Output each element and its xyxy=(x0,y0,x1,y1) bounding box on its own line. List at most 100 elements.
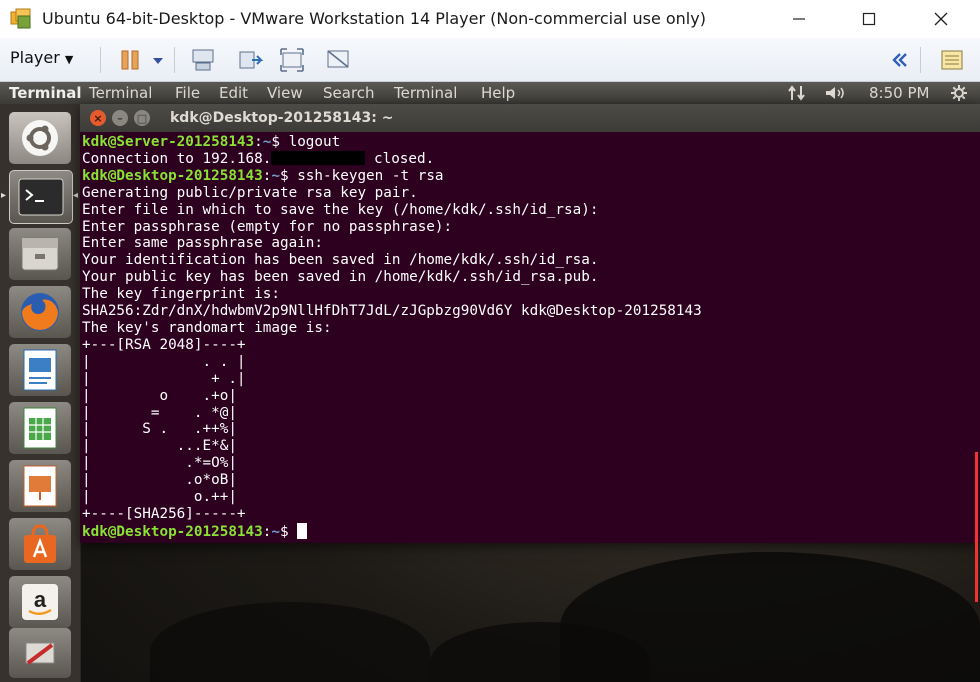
minimize-icon xyxy=(793,18,805,20)
output-text: | S . .++%| xyxy=(82,421,237,438)
output-text: | . . | xyxy=(82,353,246,370)
output-text: +---[RSA 2048]----+ xyxy=(82,336,246,353)
terminal-line: | o .+o| xyxy=(82,388,972,405)
toolbar-divider xyxy=(174,47,175,73)
collapse-icon[interactable] xyxy=(888,46,910,74)
terminal-line: Your public key has been saved in /home/… xyxy=(82,269,972,286)
terminal-line: +---[RSA 2048]----+ xyxy=(82,337,972,354)
window-titlebar: Ubuntu 64-bit-Desktop - VMware Workstati… xyxy=(0,0,980,39)
launcher-writer[interactable] xyxy=(9,344,71,396)
maximize-button[interactable] xyxy=(846,0,892,38)
send-ctrl-alt-del-icon[interactable] xyxy=(189,46,217,74)
output-text: Your public key has been saved in /home/… xyxy=(82,269,599,286)
terminal-icon xyxy=(18,178,64,216)
output-text: The key fingerprint is: xyxy=(82,286,280,303)
unity-icon[interactable] xyxy=(324,46,352,74)
launcher-ubuntu-dash[interactable] xyxy=(9,112,71,164)
terminal-line: +----[SHA256]-----+ xyxy=(82,506,972,523)
prompt-path: ~ xyxy=(271,167,280,184)
prompt-symbol: $ xyxy=(271,134,280,150)
files-icon xyxy=(21,237,59,271)
text-cursor xyxy=(297,522,308,539)
ubuntu-top-panel: Terminal Terminal File Edit View Search … xyxy=(0,82,980,104)
terminal-line: Connection to 192.168. closed. xyxy=(82,150,972,168)
launcher-amazon[interactable]: a xyxy=(9,576,71,628)
output-text: | .*=O%| xyxy=(82,455,237,472)
terminal-output[interactable]: kdk@Server-201258143: ~ $ logout Connection… xyxy=(82,134,972,539)
close-icon xyxy=(934,12,948,26)
menu-help[interactable]: Help xyxy=(481,84,515,102)
menu-terminal-2[interactable]: Terminal xyxy=(394,84,457,102)
close-button[interactable] xyxy=(918,0,964,38)
launcher-files[interactable] xyxy=(9,228,71,280)
fullscreen-icon[interactable] xyxy=(278,46,306,74)
terminal-close-button[interactable]: × xyxy=(90,110,106,126)
terminal-line: kdk@Desktop-201258143:~$ ssh-keygen -t r… xyxy=(82,168,972,185)
vm-toolbar: Player ▼ xyxy=(0,38,980,82)
output-text: Enter same passphrase again: xyxy=(82,235,324,252)
prompt-user-host: kdk@Desktop-201258143 xyxy=(82,523,263,539)
terminal-line: Enter file in which to save the key (/ho… xyxy=(82,202,972,219)
software-bag-icon xyxy=(24,524,56,563)
output-text: +----[SHA256]-----+ xyxy=(82,505,246,522)
terminal-minimize-button[interactable]: – xyxy=(112,110,128,126)
command-text xyxy=(289,524,298,539)
terminal-window[interactable]: × – □ kdk@Desktop-201258143: ~ kdk@Serve… xyxy=(80,104,980,543)
menu-view[interactable]: View xyxy=(267,84,303,102)
terminal-maximize-button[interactable]: □ xyxy=(134,110,150,126)
calc-spreadsheet-icon xyxy=(23,407,57,449)
terminal-line: | = . *@| xyxy=(82,405,972,422)
terminal-line: kdk@Desktop-201258143:~$ xyxy=(82,522,972,539)
launcher-calc[interactable] xyxy=(9,402,71,454)
player-menu[interactable]: Player ▼ xyxy=(10,48,73,67)
menu-file[interactable]: File xyxy=(175,84,200,102)
chevron-down-icon: ▼ xyxy=(64,53,74,66)
pause-icon[interactable] xyxy=(116,46,144,74)
removable-devices-icon[interactable] xyxy=(236,46,264,74)
clock[interactable]: 8:50 PM xyxy=(869,84,929,102)
terminal-line: Generating public/private rsa key pair. xyxy=(82,185,972,202)
launcher-software-center[interactable] xyxy=(9,518,71,570)
launcher-impress[interactable] xyxy=(9,460,71,512)
maximize-icon xyxy=(862,12,876,26)
prompt-user-host: kdk@Desktop-201258143 xyxy=(82,167,263,184)
terminal-line: | + .| xyxy=(82,371,972,388)
active-app-name: Terminal xyxy=(9,84,82,102)
focused-arrow-icon: ◂ xyxy=(73,190,79,201)
minimize-button[interactable] xyxy=(776,0,822,38)
command-text: ssh-keygen -t rsa xyxy=(288,167,444,184)
menu-search[interactable]: Search xyxy=(323,84,375,102)
terminal-line: | o.++| xyxy=(82,489,972,506)
output-text: | o .+o| xyxy=(82,387,237,404)
command-text: logout xyxy=(279,134,341,150)
dropdown-icon[interactable] xyxy=(150,46,166,74)
launcher-terminal[interactable] xyxy=(9,170,73,224)
prompt-symbol: $ xyxy=(279,523,289,539)
vmware-app-icon xyxy=(10,8,31,29)
firefox-icon xyxy=(21,293,59,331)
active-arrow-icon: ▸ xyxy=(1,190,7,201)
terminal-title: kdk@Desktop-201258143: ~ xyxy=(170,110,394,126)
terminal-titlebar[interactable]: × – □ kdk@Desktop-201258143: ~ xyxy=(80,104,980,132)
menu-terminal[interactable]: Terminal xyxy=(89,84,152,102)
toolbar-divider xyxy=(100,47,101,73)
gear-icon[interactable] xyxy=(950,84,968,102)
library-icon[interactable] xyxy=(938,46,966,74)
prompt-user-host: kdk@Server-201258143 xyxy=(82,134,255,150)
ubuntu-logo-icon xyxy=(22,120,58,156)
terminal-line: | S . .++%| xyxy=(82,421,972,438)
writer-document-icon xyxy=(23,349,57,391)
launcher-firefox[interactable] xyxy=(9,286,71,338)
terminal-line: Enter passphrase (empty for no passphras… xyxy=(82,219,972,236)
terminal-line: Your identification has been saved in /h… xyxy=(82,252,972,269)
settings-tools-icon xyxy=(25,642,55,665)
guest-display[interactable]: Terminal Terminal File Edit View Search … xyxy=(0,82,980,682)
menu-edit[interactable]: Edit xyxy=(219,84,248,102)
launcher-system-settings[interactable] xyxy=(9,628,71,678)
terminal-line: | . . | xyxy=(82,354,972,371)
prompt-separator: : xyxy=(254,134,263,150)
terminal-line: Enter same passphrase again: xyxy=(82,235,972,252)
network-icon[interactable] xyxy=(787,85,807,101)
amazon-icon: a xyxy=(22,584,58,620)
volume-icon[interactable] xyxy=(824,85,850,101)
